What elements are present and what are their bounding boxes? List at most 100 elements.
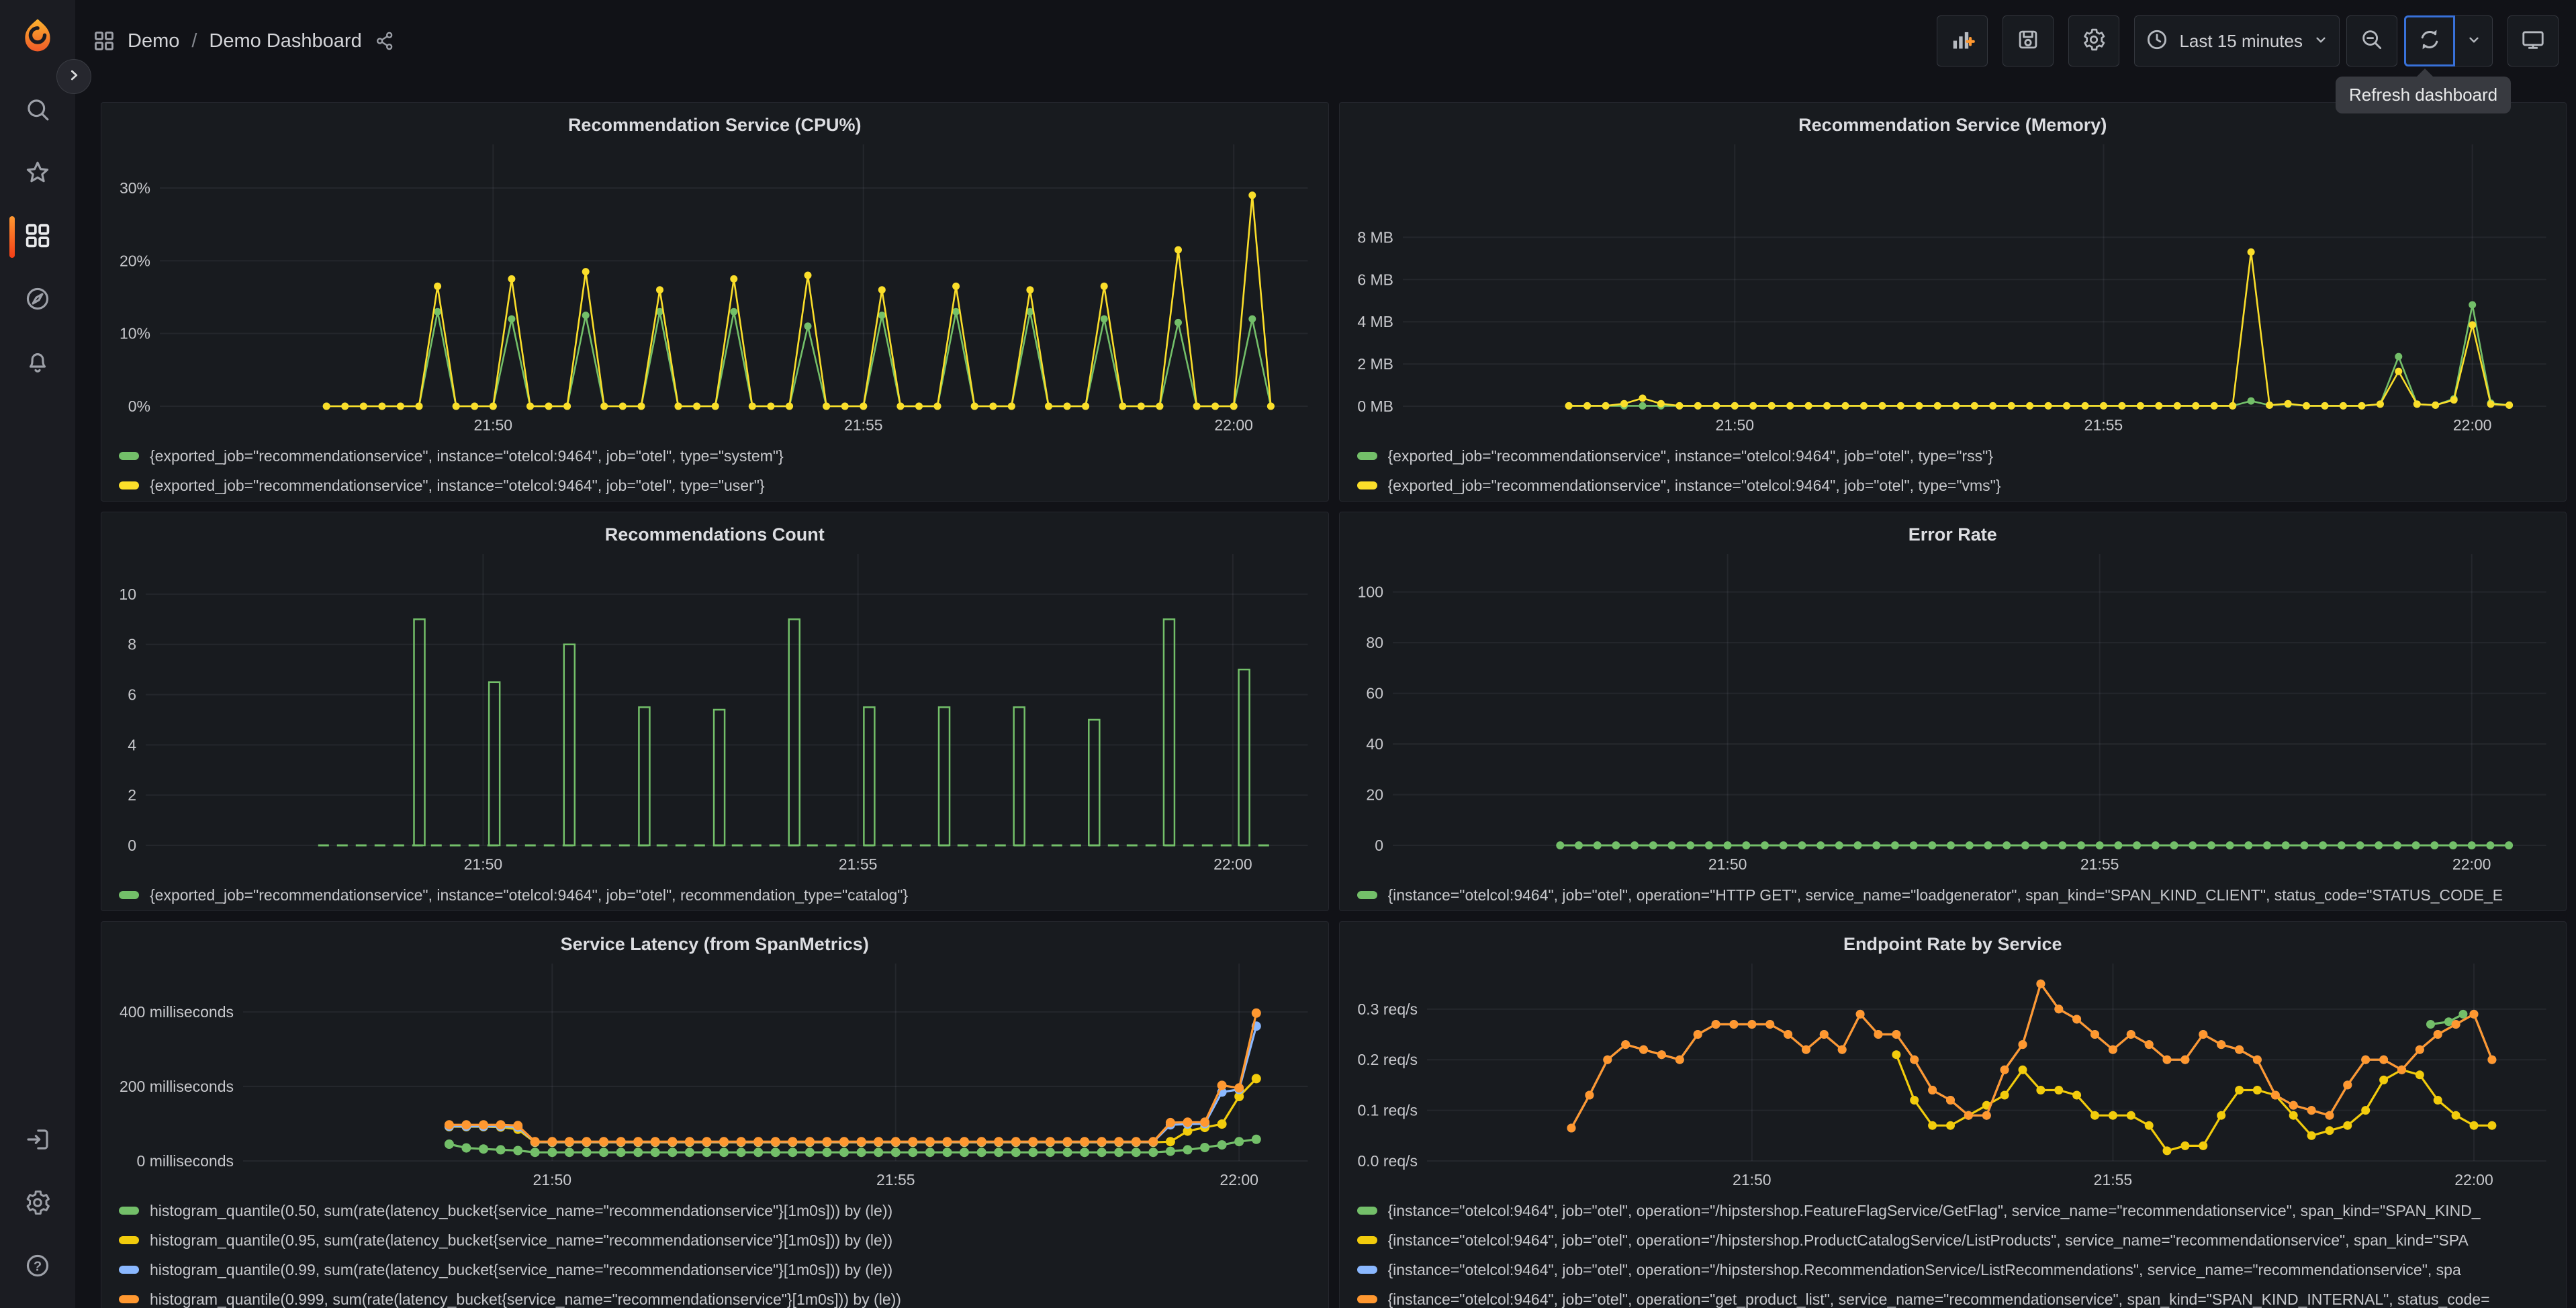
service-latency-legend: histogram_quantile(0.50, sum(rate(latenc… (111, 1192, 1319, 1308)
svg-text:200 milliseconds: 200 milliseconds (120, 1078, 234, 1095)
svg-text:0.1 req/s: 0.1 req/s (1357, 1102, 1418, 1119)
chevron-down-icon (2312, 31, 2330, 52)
svg-text:21:50: 21:50 (533, 1171, 572, 1188)
sidebar-item-help[interactable]: ? (0, 1235, 75, 1299)
legend-label: {instance="otelcol:9464", job="otel", op… (1387, 1231, 2469, 1249)
svg-text:8 MB: 8 MB (1357, 228, 1393, 246)
gear-icon (24, 1188, 52, 1220)
legend-item[interactable]: {exported_job="recommendationservice", i… (119, 880, 1311, 910)
legend-item[interactable]: {instance="otelcol:9464", job="otel", op… (1356, 1225, 2549, 1255)
svg-text:21:50: 21:50 (1708, 855, 1747, 873)
svg-text:21:50: 21:50 (1715, 416, 1754, 434)
add-panel-button[interactable] (1937, 15, 1988, 66)
legend-item[interactable]: {exported_job="recommendationservice", i… (119, 441, 1311, 471)
svg-text:22:00: 22:00 (2452, 855, 2491, 873)
legend-item[interactable]: {instance="otelcol:9464", job="otel", op… (1356, 880, 2549, 910)
memory-legend: {exported_job="recommendationservice", i… (1349, 437, 2557, 500)
breadcrumb-dashboard[interactable]: Demo Dashboard (209, 30, 361, 52)
zoom-out-button[interactable] (2346, 15, 2397, 66)
search-icon (24, 95, 52, 127)
error-rate-chart[interactable]: 21:50 21:55 22:00 0 20 40 60 80 100 (1349, 550, 2557, 876)
sidebar-expand-button[interactable] (56, 59, 91, 94)
zoom-out-icon (2359, 27, 2385, 56)
sidebar-item-explore[interactable] (0, 269, 75, 332)
svg-text:30%: 30% (120, 179, 150, 197)
svg-text:0%: 0% (128, 398, 150, 415)
legend-label: histogram_quantile(0.999, sum(rate(laten… (150, 1290, 901, 1308)
recommendations-count-legend: {exported_job="recommendationservice", i… (111, 876, 1319, 910)
sidebar-item-starred[interactable] (0, 142, 75, 205)
legend-swatch (119, 1207, 139, 1215)
legend-label: {instance="otelcol:9464", job="otel", op… (1387, 1260, 2461, 1278)
svg-text:6: 6 (128, 686, 136, 704)
save-dashboard-button[interactable] (2003, 15, 2054, 66)
dashboard-settings-button[interactable] (2068, 15, 2120, 66)
svg-text:40: 40 (1366, 735, 1383, 753)
bell-icon (24, 348, 52, 379)
refresh-tooltip: Refresh dashboard (2336, 68, 2512, 113)
legend-item[interactable]: {exported_job="recommendationservice", i… (119, 471, 1311, 500)
panel-title[interactable]: Recommendation Service (Memory) (1349, 109, 2557, 140)
legend-item[interactable]: histogram_quantile(0.95, sum(rate(latenc… (119, 1225, 1311, 1255)
refresh-interval-dropdown[interactable] (2455, 15, 2493, 66)
legend-label: {exported_job="recommendationservice", i… (150, 476, 765, 494)
endpoint-rate-legend: {instance="otelcol:9464", job="otel", op… (1349, 1192, 2557, 1308)
svg-text:21:55: 21:55 (2084, 416, 2123, 434)
legend-label: {exported_job="recommendationservice", i… (1387, 447, 1994, 465)
legend-item[interactable]: {exported_job="recommendationservice", i… (1356, 441, 2549, 471)
time-range-label: Last 15 minutes (2179, 30, 2303, 51)
legend-item[interactable]: histogram_quantile(0.50, sum(rate(latenc… (119, 1196, 1311, 1225)
svg-text:20%: 20% (120, 252, 150, 269)
service-latency-chart[interactable]: 21:50 21:55 22:00 0 milliseconds 200 millise… (111, 960, 1319, 1192)
error-rate-legend: {instance="otelcol:9464", job="otel", op… (1349, 876, 2557, 910)
svg-text:22:00: 22:00 (2452, 416, 2491, 434)
panel-title[interactable]: Service Latency (from SpanMetrics) (111, 929, 1319, 960)
legend-swatch (119, 481, 139, 489)
legend-label: {exported_job="recommendationservice", i… (150, 886, 909, 904)
save-icon (2015, 27, 2041, 56)
panel-title[interactable]: Recommendation Service (CPU%) (111, 109, 1319, 140)
grafana-logo[interactable] (19, 16, 56, 54)
svg-text:21:55: 21:55 (2080, 855, 2119, 873)
panel-title[interactable]: Endpoint Rate by Service (1349, 929, 2557, 960)
sidebar-item-alerting[interactable] (0, 332, 75, 395)
time-range-picker[interactable]: Last 15 minutes (2134, 15, 2340, 66)
refresh-icon (2417, 27, 2442, 56)
legend-swatch (1356, 1236, 1377, 1244)
legend-item[interactable]: histogram_quantile(0.99, sum(rate(latenc… (119, 1255, 1311, 1284)
svg-text:0.2 req/s: 0.2 req/s (1357, 1051, 1418, 1068)
legend-swatch (1356, 891, 1377, 899)
panel-error-rate: Error Rate 21:50 21:55 22:00 0 20 40 60 80 100 {… (1338, 512, 2567, 911)
svg-text:10%: 10% (120, 325, 150, 342)
svg-text:0: 0 (128, 837, 136, 854)
compass-icon (24, 285, 52, 316)
refresh-dashboard-button[interactable] (2404, 15, 2455, 66)
legend-swatch (1356, 1266, 1377, 1274)
panel-memory: Recommendation Service (Memory) 21:50 21:… (1338, 102, 2567, 502)
svg-text:22:00: 22:00 (1214, 416, 1253, 434)
sidebar-item-settings[interactable] (0, 1172, 75, 1235)
recommendations-count-chart[interactable]: 21:50 21:55 22:00 0 2 4 6 8 10 (111, 550, 1319, 876)
legend-item[interactable]: histogram_quantile(0.999, sum(rate(laten… (119, 1284, 1311, 1308)
legend-item[interactable]: {exported_job="recommendationservice", i… (1356, 471, 2549, 500)
legend-label: histogram_quantile(0.50, sum(rate(latenc… (150, 1201, 893, 1219)
legend-item[interactable]: {instance="otelcol:9464", job="otel", op… (1356, 1284, 2549, 1308)
panel-title[interactable]: Error Rate (1349, 519, 2557, 550)
svg-text:20: 20 (1366, 786, 1383, 804)
legend-item[interactable]: {instance="otelcol:9464", job="otel", op… (1356, 1255, 2549, 1284)
breadcrumb-folder[interactable]: Demo (128, 30, 179, 52)
endpoint-rate-chart[interactable]: 21:50 21:55 22:00 0.0 req/s 0.1 req/s 0.2 req… (1349, 960, 2557, 1192)
legend-label: histogram_quantile(0.99, sum(rate(latenc… (150, 1260, 893, 1278)
memory-chart[interactable]: 21:50 21:55 22:00 0 MB 2 MB 4 MB 6 MB 8 MB (1349, 140, 2557, 437)
tv-mode-button[interactable] (2508, 15, 2559, 66)
svg-text:21:50: 21:50 (1733, 1171, 1772, 1188)
legend-item[interactable]: {instance="otelcol:9464", job="otel", op… (1356, 1196, 2549, 1225)
legend-swatch (1356, 1207, 1377, 1215)
cpu-legend: {exported_job="recommendationservice", i… (111, 437, 1319, 500)
sidebar-item-sign-in[interactable] (0, 1109, 75, 1172)
cpu-chart[interactable]: 21:50 21:55 22:00 0% 10% 20% 30% (111, 140, 1319, 437)
share-icon[interactable] (374, 30, 396, 52)
legend-label: {exported_job="recommendationservice", i… (1387, 476, 2001, 494)
panel-title[interactable]: Recommendations Count (111, 519, 1319, 550)
sidebar-item-dashboards[interactable] (0, 205, 75, 269)
